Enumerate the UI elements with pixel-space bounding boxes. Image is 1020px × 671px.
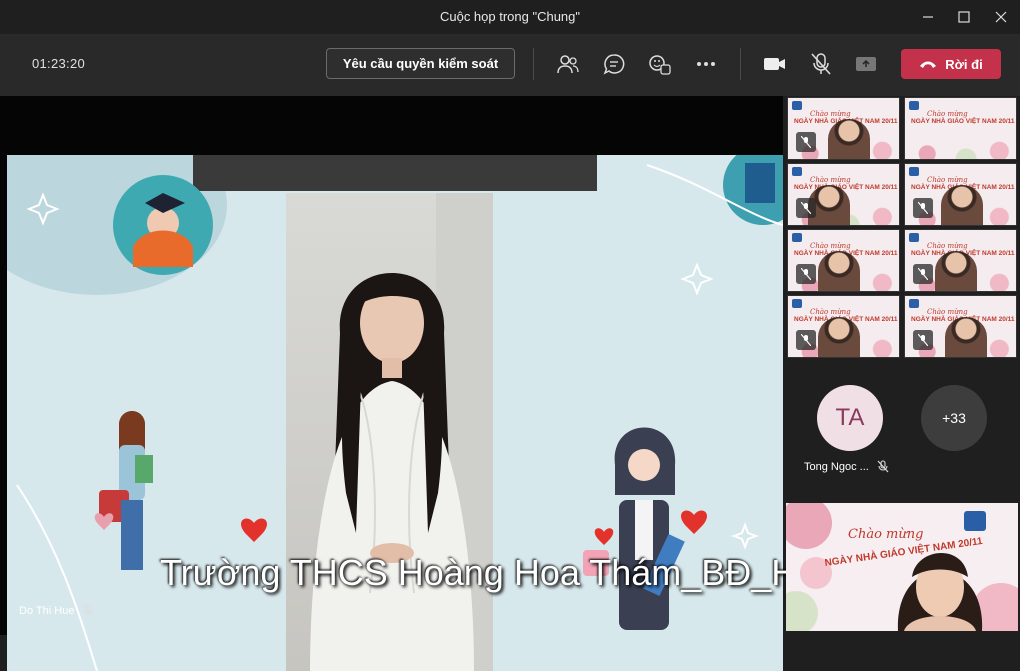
school-logo [909,299,919,308]
avatar-initials: TA [835,404,865,431]
mic-off-icon [796,132,816,152]
minimize-icon [923,16,933,18]
close-button[interactable] [989,6,1013,28]
school-logo [792,299,802,308]
mic-off-icon [913,198,933,218]
people-icon [557,55,579,74]
participant-video [941,185,983,225]
self-view[interactable]: Chào mừng NGÀY NHÀ GIÁO VIỆT NAM 20/11 [786,503,1018,631]
self-view-background [786,503,1018,631]
banner-greeting: Chào mừng [927,242,968,250]
camera-button[interactable] [761,50,789,78]
mic-off-icon [796,198,816,218]
meeting-toolbar: 01:23:20 Yêu cầu quyền kiểm soát Rời đi [0,34,1020,96]
school-logo [909,101,919,110]
avatar-label: Tong Ngoc ... [804,460,889,473]
school-logo [792,233,802,242]
flower-decoration [905,133,1016,159]
presenter-figure [310,193,493,671]
participant-tile[interactable]: Chào mừng NGÀY NHÀ GIÁO VIỆT NAM 20/11 [904,295,1017,358]
participant-tile[interactable]: Chào mừng NGÀY NHÀ GIÁO VIỆT NAM 20/11 [787,295,900,358]
participant-avatar[interactable]: TA [817,385,883,451]
mic-off-icon [913,330,933,350]
participant-video [945,317,987,357]
banner-greeting: Chào mừng [927,110,968,118]
banner-title: NGÀY NHÀ GIÁO VIỆT NAM 20/11 [794,184,898,191]
participant-tile[interactable]: Chào mừng NGÀY NHÀ GIÁO VIỆT NAM 20/11 [904,229,1017,292]
school-logo [909,167,919,176]
title-bar: Cuộc họp trong "Chung" [0,0,1020,34]
mic-off-icon [796,330,816,350]
presenter-label: Do Thi Hue [19,604,94,617]
toolbar-divider [740,48,741,80]
participant-video [935,251,977,291]
participant-video [818,251,860,291]
maximize-icon [958,11,970,23]
chat-button[interactable] [600,50,628,78]
share-tray-button[interactable] [852,50,880,78]
banner-greeting: Chào mừng [848,527,924,542]
participant-tile[interactable]: Chào mừng NGÀY NHÀ GIÁO VIỆT NAM 20/11 [787,97,900,160]
mic-off-icon [811,53,831,75]
request-control-button[interactable]: Yêu cầu quyền kiểm soát [326,48,515,79]
overflow-count: +33 [942,410,966,426]
participant-tile[interactable]: Chào mừng NGÀY NHÀ GIÁO VIỆT NAM 20/11 [787,163,900,226]
mic-button[interactable] [807,50,835,78]
minimize-button[interactable] [916,6,940,28]
banner-greeting: Chào mừng [810,242,851,250]
more-participants-button[interactable]: +33 [921,385,987,451]
reactions-icon [649,55,671,75]
presenter-video [286,193,493,671]
participant-video [828,119,870,159]
mic-off-icon [877,460,889,473]
school-logo [792,101,802,110]
meeting-timer: 01:23:20 [32,56,86,71]
participant-tile[interactable]: Chào mừng NGÀY NHÀ GIÁO VIỆT NAM 20/11 [787,229,900,292]
mic-off-icon [82,604,94,617]
share-tray-icon [856,57,876,71]
maximize-button[interactable] [952,6,976,28]
banner-greeting: Chào mừng [810,176,851,184]
banner-greeting: Chào mừng [927,176,968,184]
school-logo [909,233,919,242]
window-title: Cuộc họp trong "Chung" [439,9,581,24]
participant-grid: Chào mừng NGÀY NHÀ GIÁO VIỆT NAM 20/11 C… [786,96,1020,360]
avatar-name: Tong Ngoc ... [804,460,869,473]
participant-video [818,317,860,357]
people-button[interactable] [554,50,582,78]
mic-off-icon [796,264,816,284]
presenter-name: Do Thi Hue [19,604,75,617]
participant-tile[interactable]: Chào mừng NGÀY NHÀ GIÁO VIỆT NAM 20/11 [904,97,1017,160]
leave-label: Rời đi [945,56,983,72]
more-button[interactable] [692,50,720,78]
mic-off-icon [913,264,933,284]
reactions-button[interactable] [646,50,674,78]
camera-icon [764,58,785,70]
avatar-strip: TA +33 Tong Ngoc ... [786,360,1020,500]
participant-tile[interactable]: Chào mừng NGÀY NHÀ GIÁO VIỆT NAM 20/11 [904,163,1017,226]
hang-up-icon [920,61,937,68]
banner-greeting: Chào mừng [927,308,968,316]
banner-greeting: Chào mừng [810,308,851,316]
banner-greeting: Chào mừng [810,110,851,118]
chat-icon [603,54,625,75]
toolbar-divider [533,48,534,80]
leave-button[interactable]: Rời đi [901,49,1001,79]
more-icon [697,62,715,66]
school-logo [792,167,802,176]
close-icon [995,11,1007,23]
banner-title: NGÀY NHÀ GIÁO VIỆT NAM 20/11 [911,118,1015,125]
school-caption: Trường THCS Hoàng Hoa Thám_BĐ_HN [160,552,824,593]
